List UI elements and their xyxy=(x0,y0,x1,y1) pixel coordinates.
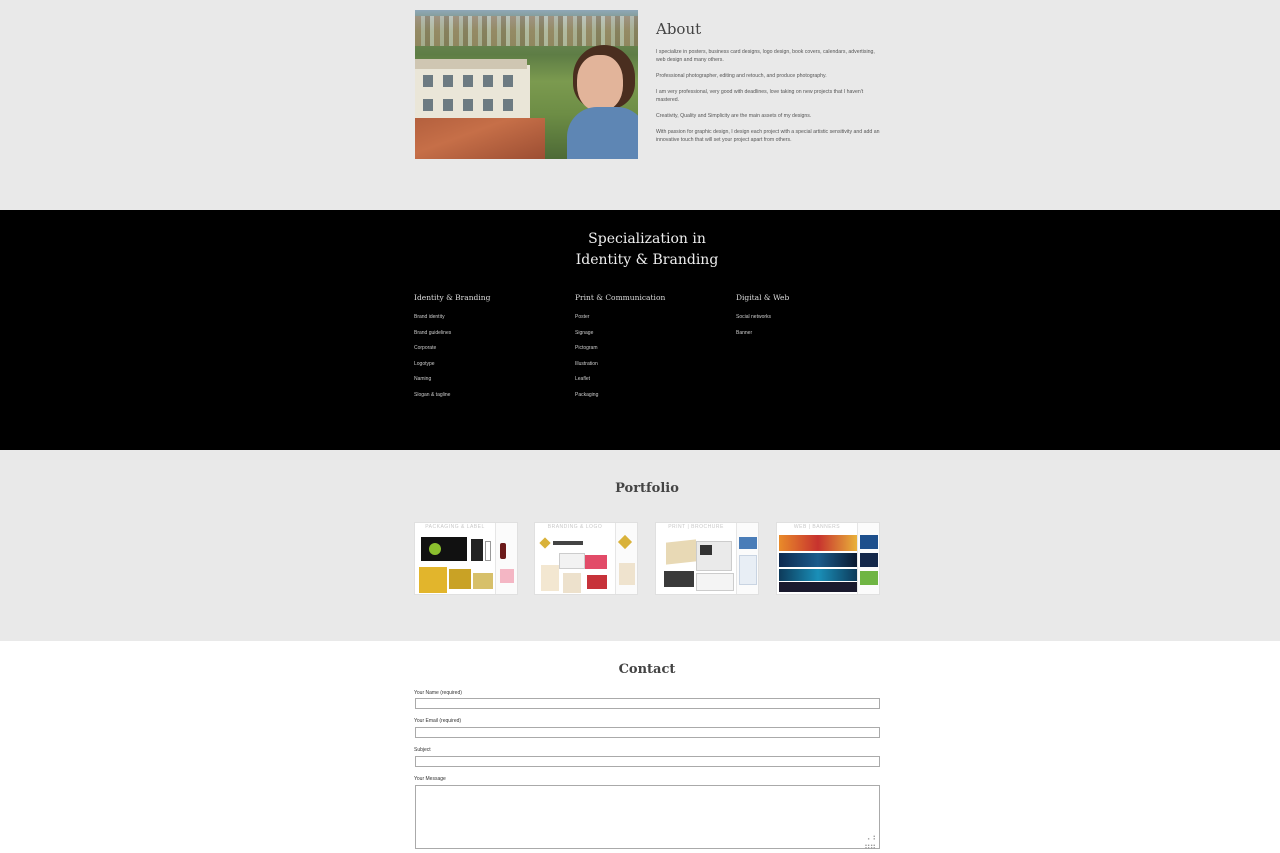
about-paragraph: With passion for graphic design, I desig… xyxy=(656,129,880,143)
spec-item: Social networks xyxy=(736,314,772,320)
portfolio-thumb-side xyxy=(615,523,637,594)
spec-item: Slogan & tagline xyxy=(414,391,451,398)
about-section: About I specialize in posters, business … xyxy=(0,0,1280,210)
portfolio-thumb-branding[interactable]: BRANDING & LOGO xyxy=(534,522,638,595)
spec-item: Logotype xyxy=(414,360,435,367)
email-field[interactable] xyxy=(415,727,880,738)
about-paragraph: I specialize in posters, business card d… xyxy=(656,49,875,63)
spec-item: Naming xyxy=(414,376,432,382)
message-field[interactable] xyxy=(415,785,880,849)
spec-item: Signage xyxy=(575,329,594,336)
spec-column-digital: Digital & Web Social networks Banner xyxy=(736,293,886,341)
about-paragraph: Creativity, Quality and Simplicity are t… xyxy=(656,113,812,119)
about-title: About xyxy=(656,20,702,38)
spec-column-title: Print & Communication xyxy=(575,293,666,302)
subject-field[interactable] xyxy=(415,756,880,767)
spec-item: Pictogram xyxy=(575,345,598,351)
specialization-title-line1: Specialization in xyxy=(588,231,706,247)
portfolio-title: Portfolio xyxy=(615,481,679,496)
about-paragraph: Professional photographer, editing and r… xyxy=(656,73,827,79)
portfolio-thumb-packaging[interactable]: PACKAGING & LABEL xyxy=(414,522,518,595)
spec-column-title: Digital & Web xyxy=(736,293,790,302)
spec-item: Corporate xyxy=(414,345,437,351)
contact-section: Contact Your Name (required) Your Email … xyxy=(0,641,1280,853)
subject-label: Subject xyxy=(414,747,431,753)
spec-item: Packaging xyxy=(575,391,599,398)
specialization-title: Specialization in Identity & Branding xyxy=(0,229,1280,271)
name-field[interactable] xyxy=(415,698,880,709)
portfolio-thumb-label: PRINT | BROCHURE xyxy=(668,524,724,530)
spec-item: Banner xyxy=(736,329,753,336)
portfolio-thumb-label: PACKAGING & LABEL xyxy=(425,524,485,530)
spec-item: Leaflet xyxy=(575,376,591,382)
email-label: Your Email (required) xyxy=(414,718,462,724)
portfolio-section: Portfolio PACKAGING & LABEL BRANDING & L… xyxy=(0,450,1280,641)
portfolio-thumb-label: WEB | BANNERS xyxy=(793,524,841,530)
portfolio-thumb-side xyxy=(736,523,758,594)
spec-item: Brand guidelines xyxy=(414,329,452,336)
contact-title: Contact xyxy=(618,662,676,677)
about-paragraph: I am very professional, very good with d… xyxy=(656,89,864,103)
specialization-section: Specialization in Identity & Branding Id… xyxy=(0,210,1280,450)
spec-item: Poster xyxy=(575,314,590,320)
portfolio-thumb-side xyxy=(495,523,517,594)
spec-item: Brand identity xyxy=(414,314,445,320)
message-label: Your Message xyxy=(414,776,446,782)
resize-grip-icon[interactable]: ⠠⠰ ⠶⠶ xyxy=(864,833,876,851)
town-background xyxy=(415,16,638,46)
specialization-title-line2: Identity & Branding xyxy=(575,252,719,268)
spec-item: Illustration xyxy=(575,360,598,367)
portrait-person xyxy=(567,45,638,159)
rooftops xyxy=(415,118,545,159)
portfolio-thumb-side xyxy=(857,523,879,594)
name-label: Your Name (required) xyxy=(414,690,462,696)
spec-column-print: Print & Communication Poster Signage Pic… xyxy=(575,293,725,403)
portfolio-thumb-label: BRANDING & LOGO xyxy=(547,524,603,530)
about-photo xyxy=(415,10,638,159)
portfolio-thumb-print[interactable]: PRINT | BROCHURE xyxy=(655,522,759,595)
about-text: About I specialize in posters, business … xyxy=(656,20,882,144)
portfolio-thumb-web[interactable]: WEB | BANNERS xyxy=(776,522,880,595)
spec-column-title: Identity & Branding xyxy=(414,293,491,302)
spec-column-identity: Identity & Branding Brand identity Brand… xyxy=(414,293,564,403)
